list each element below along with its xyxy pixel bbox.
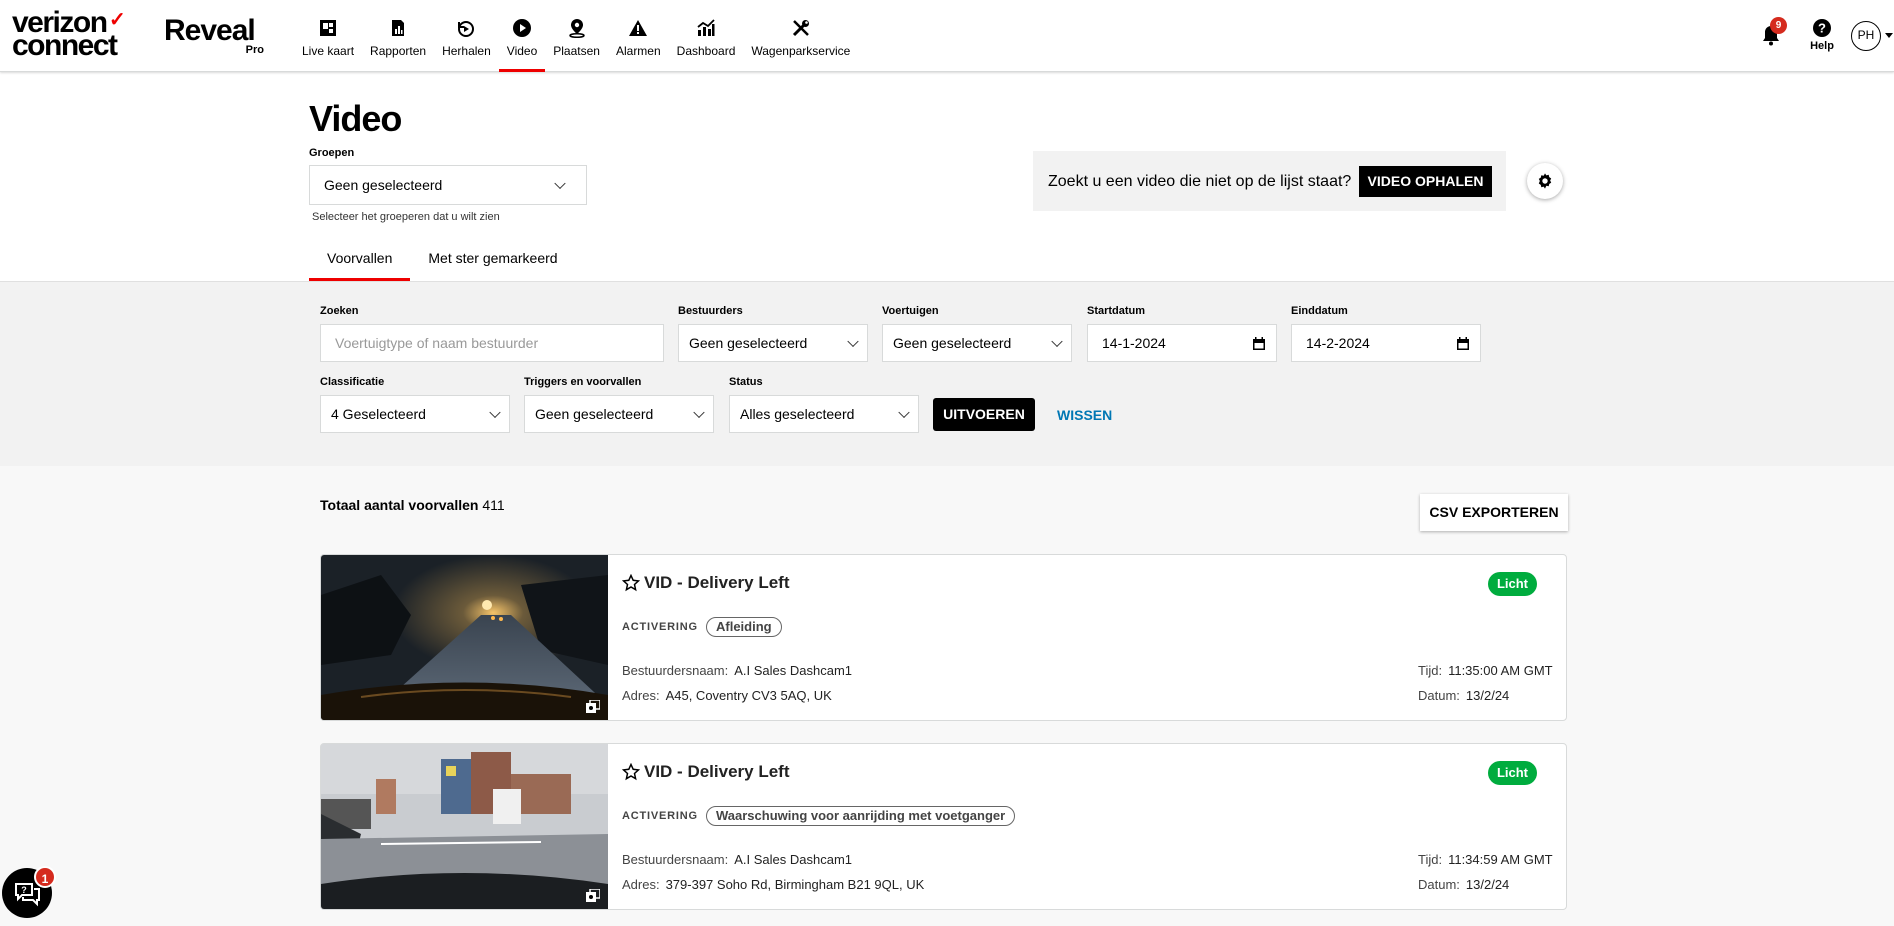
video-thumbnail-city-street[interactable] — [321, 744, 608, 909]
vehicles-label: Voertuigen — [882, 305, 939, 317]
calendar-icon — [1253, 337, 1265, 350]
chat-unread-badge: 1 — [34, 866, 56, 888]
event-address: Adres: 379-397 Soho Rd, Birmingham B21 9Q… — [622, 877, 925, 892]
chevron-down-icon — [847, 335, 859, 348]
warning-icon — [629, 20, 648, 36]
triggers-label: Triggers en voorvallen — [524, 376, 642, 388]
nav-wagenparkservice[interactable]: Wagenparkservice — [743, 0, 858, 72]
search-input[interactable]: Voertuigtype of naam bestuurder — [320, 324, 664, 362]
nav-video[interactable]: Video — [498, 0, 546, 72]
svg-text:?: ? — [1818, 21, 1826, 36]
chevron-down-icon — [1051, 335, 1063, 348]
tab-voorvallen[interactable]: Voorvallen — [309, 245, 411, 281]
severity-badge: Licht — [1487, 572, 1537, 596]
nav-plaatsen[interactable]: Plaatsen — [545, 0, 608, 72]
verizon-connect-logo[interactable]: verizon connect ✓ — [12, 8, 130, 61]
nav-live-kaart[interactable]: Live kaart — [294, 0, 362, 72]
star-outline-icon[interactable] — [622, 763, 640, 781]
clear-filters-link[interactable]: WISSEN — [1057, 407, 1112, 423]
chevron-down-icon — [898, 406, 910, 419]
activation-label: ACTIVERING — [622, 810, 698, 822]
search-label: Zoeken — [320, 305, 359, 317]
event-time: Tijd: 11:34:59 AM GMT — [1418, 852, 1553, 867]
trigger-pill: Afleiding — [706, 617, 782, 637]
chart-icon — [697, 19, 715, 36]
event-title[interactable]: VID - Delivery Left — [622, 573, 790, 593]
checkmark-icon: ✓ — [109, 9, 126, 31]
classification-select[interactable]: 4 Geselecteerd — [320, 395, 510, 433]
chevron-down-icon — [489, 406, 501, 419]
run-button[interactable]: UITVOEREN — [933, 398, 1035, 431]
main-nav: Live kaart Rapporten Herhalen Video Plaa… — [294, 0, 858, 72]
report-icon — [392, 20, 405, 36]
total-events: Totaal aantal voorvallen 411 — [320, 497, 505, 513]
event-time: Tijd: 11:35:00 AM GMT — [1418, 663, 1553, 678]
star-outline-icon[interactable] — [622, 574, 640, 592]
camera-switch-icon[interactable] — [586, 889, 600, 903]
replay-icon — [458, 21, 475, 37]
groups-label: Groepen — [309, 147, 355, 159]
calendar-icon — [1457, 337, 1469, 350]
nav-alarmen[interactable]: Alarmen — [608, 0, 669, 72]
filter-panel — [0, 281, 1894, 466]
triggers-select[interactable]: Geen geselecteerd — [524, 395, 714, 433]
user-avatar[interactable]: PH — [1851, 21, 1881, 51]
top-navigation-bar: verizon connect ✓ Reveal Pro Live kaart … — [0, 0, 1894, 72]
trigger-pill: Waarschuwing voor aanrijding met voetgan… — [706, 806, 1016, 826]
help-button[interactable]: ? Help — [1806, 18, 1838, 52]
driver-name: Bestuurdersnaam: A.I Sales Dashcam1 — [622, 852, 853, 867]
play-icon — [513, 19, 532, 37]
start-date-input[interactable]: 14-1-2024 — [1087, 324, 1277, 362]
status-label: Status — [729, 376, 763, 388]
tab-met-ster-gemarkeerd[interactable]: Met ster gemarkeerd — [410, 245, 575, 281]
event-date: Datum: 13/2/24 — [1418, 877, 1510, 892]
place-pin-icon — [568, 19, 585, 38]
status-select[interactable]: Alles geselecteerd — [729, 395, 919, 433]
notifications-count-badge: 9 — [1770, 17, 1787, 34]
reveal-logo[interactable]: Reveal Pro — [164, 16, 264, 58]
event-title[interactable]: VID - Delivery Left — [622, 762, 790, 782]
end-date-label: Einddatum — [1291, 305, 1348, 317]
event-card[interactable]: VID - Delivery Left Licht ACTIVERING Afl… — [320, 554, 1567, 721]
help-icon: ? — [1813, 19, 1831, 37]
map-marker-icon — [320, 20, 337, 36]
gear-icon — [1538, 173, 1552, 189]
chevron-down-icon — [554, 177, 566, 190]
camera-switch-icon[interactable] — [586, 700, 600, 714]
nav-rapporten[interactable]: Rapporten — [362, 0, 434, 72]
start-date-label: Startdatum — [1087, 305, 1146, 317]
chevron-down-icon — [693, 406, 705, 419]
csv-export-button[interactable]: CSV EXPORTEREN — [1420, 494, 1568, 531]
tabs: Voorvallen Met ster gemarkeerd — [309, 245, 576, 281]
event-card[interactable]: VID - Delivery Left Licht ACTIVERING Waa… — [320, 743, 1567, 910]
severity-badge: Licht — [1487, 761, 1537, 785]
settings-button[interactable] — [1527, 163, 1563, 199]
tools-icon — [792, 20, 809, 37]
nav-dashboard[interactable]: Dashboard — [669, 0, 744, 72]
event-address: Adres: A45, Coventry CV3 5AQ, UK — [622, 688, 832, 703]
activation-label: ACTIVERING — [622, 621, 698, 633]
caret-down-icon[interactable] — [1885, 33, 1893, 38]
classification-label: Classificatie — [320, 376, 385, 388]
svg-text:?: ? — [21, 885, 27, 895]
driver-name: Bestuurdersnaam: A.I Sales Dashcam1 — [622, 663, 853, 678]
drivers-label: Bestuurders — [678, 305, 743, 317]
groups-select[interactable]: Geen geselecteerd — [309, 165, 587, 205]
event-date: Datum: 13/2/24 — [1418, 688, 1510, 703]
page-title: Video — [309, 98, 402, 139]
video-thumbnail-night-road[interactable] — [321, 555, 608, 720]
vehicles-select[interactable]: Geen geselecteerd — [882, 324, 1072, 362]
nav-herhalen[interactable]: Herhalen — [434, 0, 499, 72]
end-date-input[interactable]: 14-2-2024 — [1291, 324, 1481, 362]
fetch-video-promo: Zoekt u een video die niet op de lijst s… — [1033, 151, 1506, 211]
drivers-select[interactable]: Geen geselecteerd — [678, 324, 868, 362]
groups-help-text: Selecteer het groeperen dat u wilt zien — [312, 211, 500, 223]
fetch-video-button[interactable]: VIDEO OPHALEN — [1359, 166, 1492, 197]
